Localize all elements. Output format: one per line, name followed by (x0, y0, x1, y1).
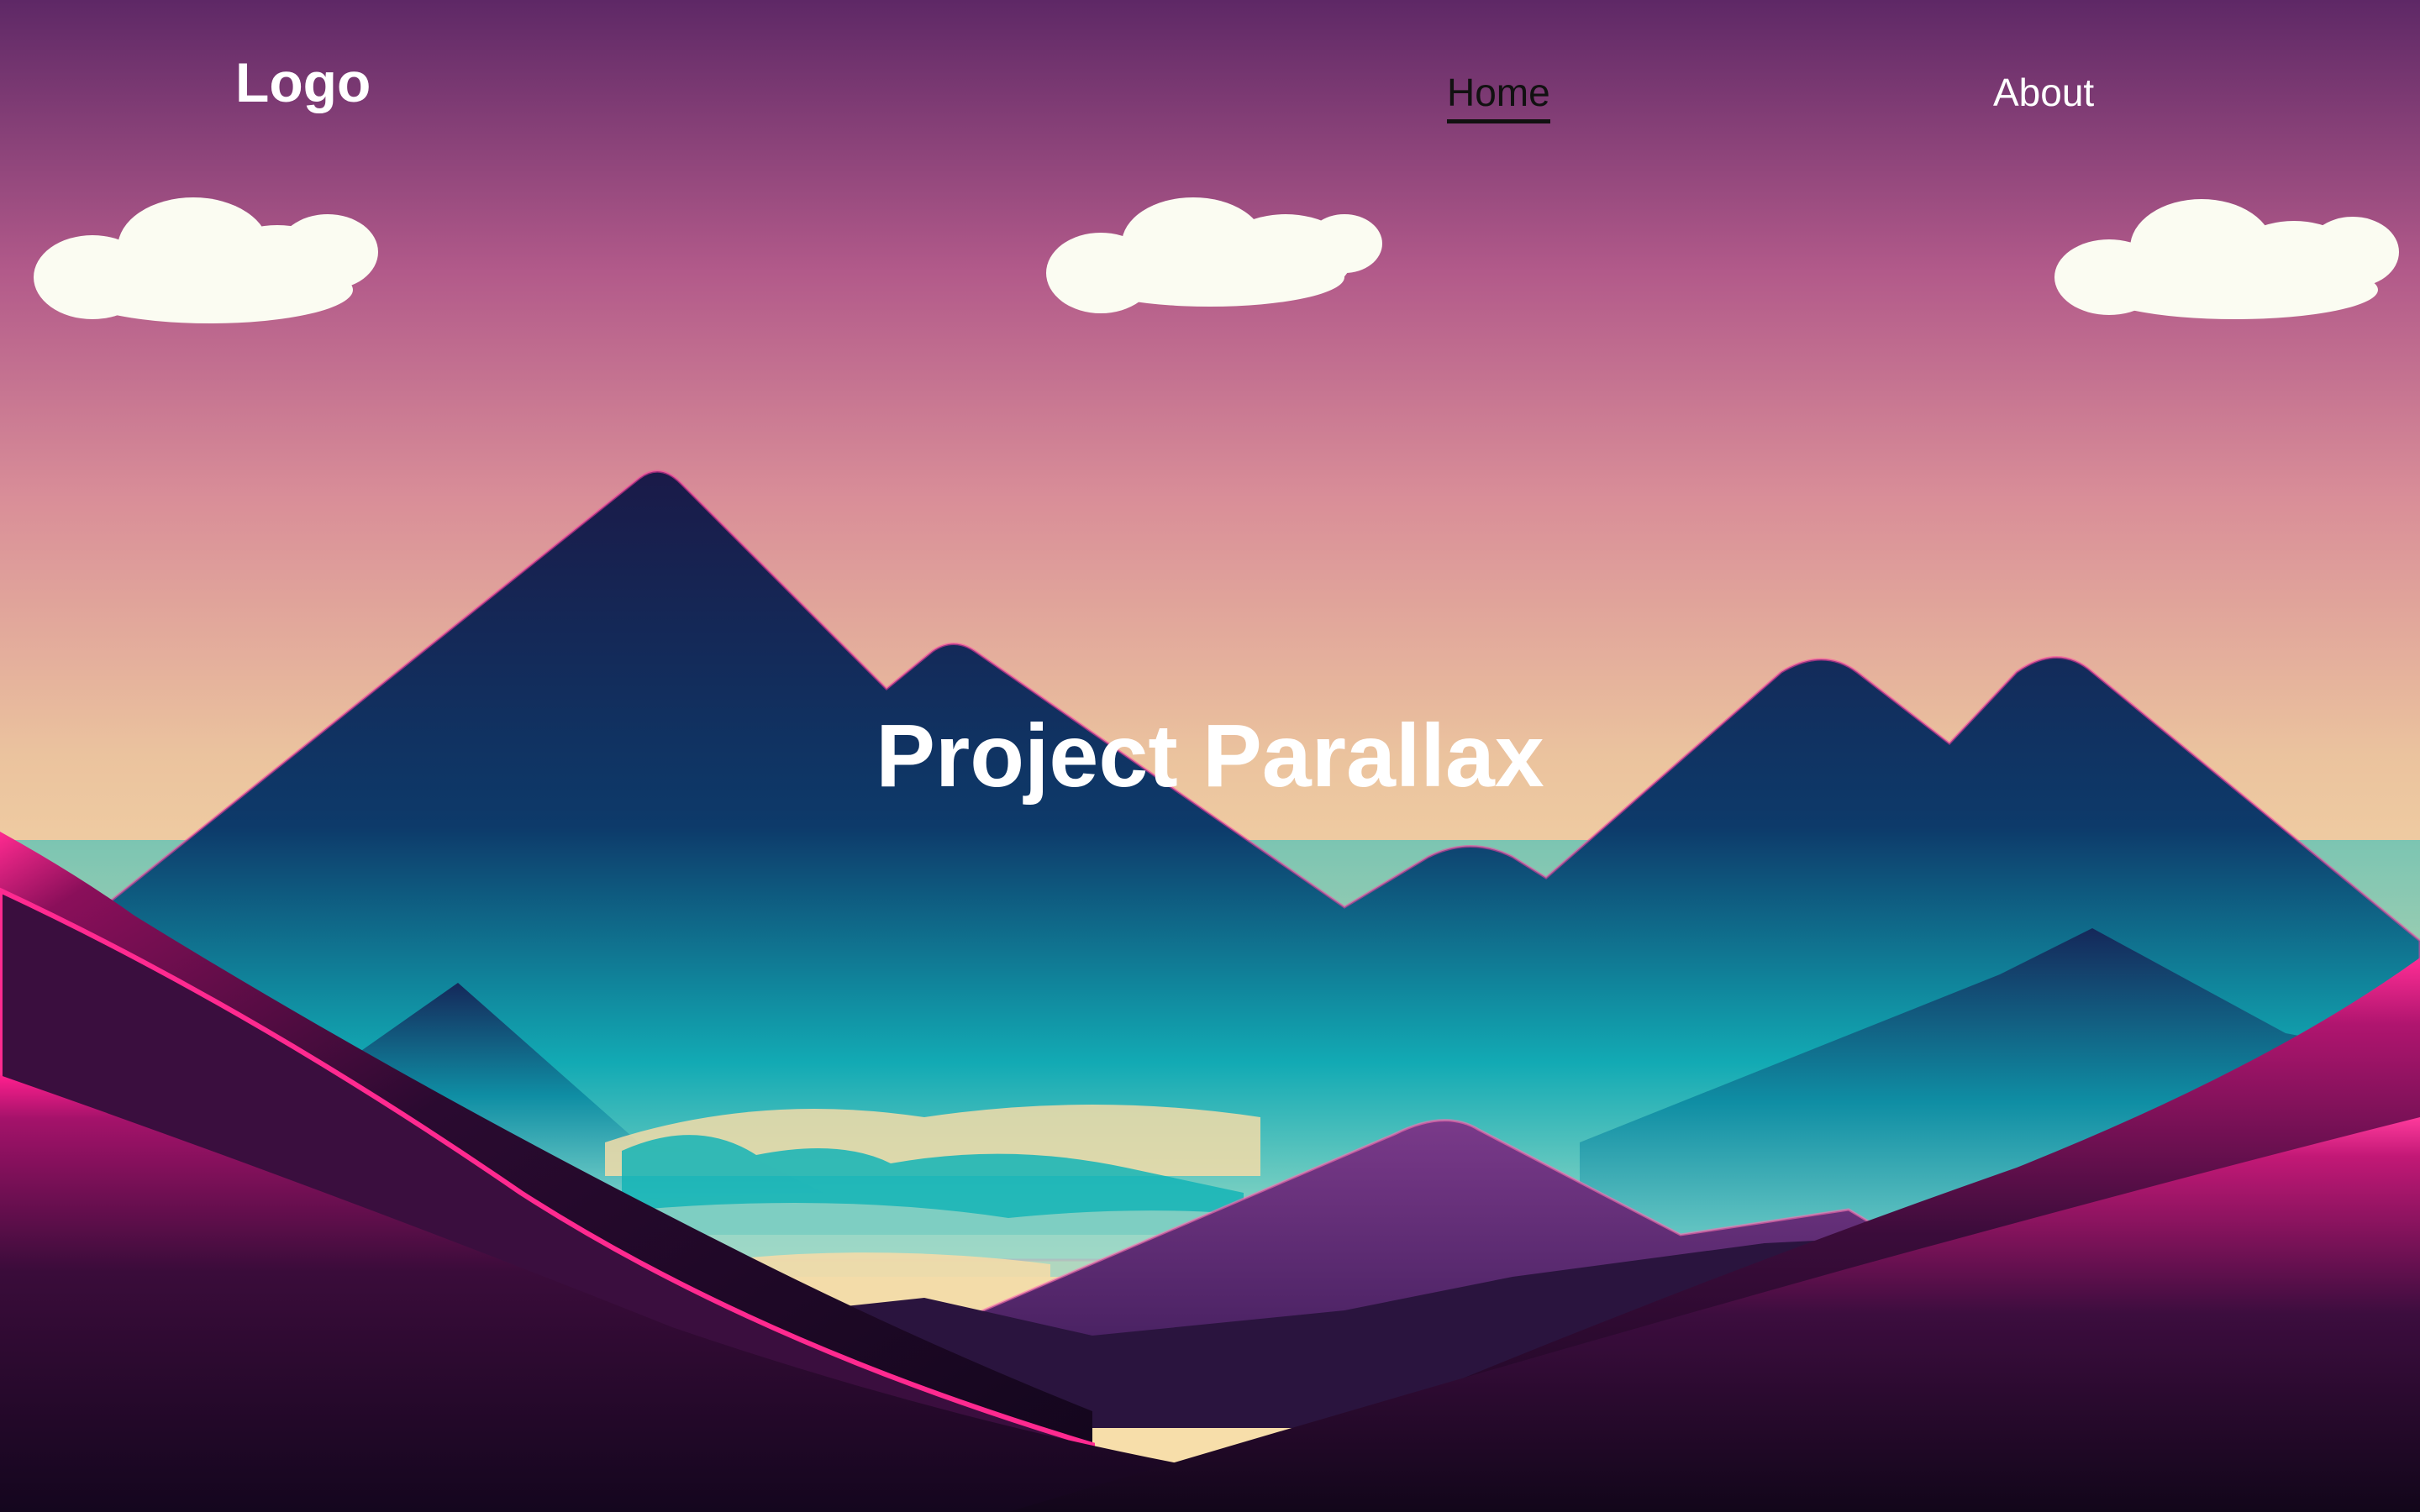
hero-title: Project Parallax (876, 706, 1544, 806)
nav-link-home[interactable]: Home (1447, 67, 1550, 123)
nav-link-about[interactable]: About (1993, 67, 2094, 118)
logo[interactable]: Logo (235, 50, 371, 114)
top-navigation: Logo Home About (0, 0, 2420, 168)
